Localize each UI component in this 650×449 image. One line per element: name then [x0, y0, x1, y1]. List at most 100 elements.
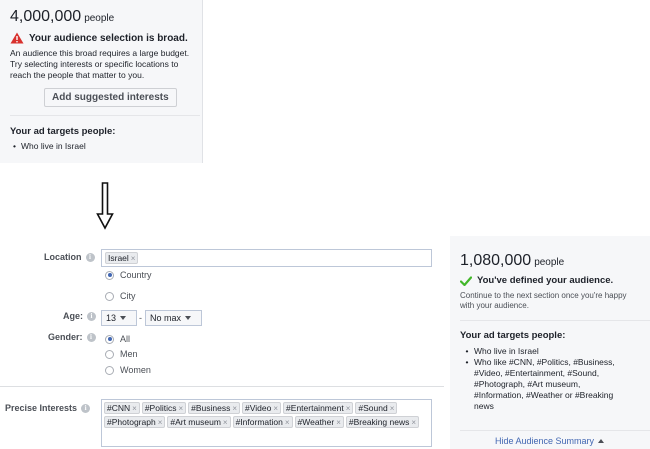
interest-token: #Entertainment × — [283, 402, 354, 415]
target-line: news — [474, 401, 494, 411]
radio-unselected — [105, 349, 114, 359]
gender-option-all[interactable]: All — [105, 334, 130, 344]
info-icon[interactable]: i — [86, 333, 96, 343]
token-label: #Weather — [297, 416, 335, 427]
caret-down-icon — [185, 316, 192, 320]
info-icon[interactable]: i — [85, 253, 95, 263]
remove-icon[interactable]: × — [336, 416, 341, 429]
select-value: No max — [150, 313, 182, 323]
caret-down-icon — [120, 316, 127, 320]
target-item: Who live in Israel — [20, 141, 86, 151]
remove-icon[interactable]: × — [178, 402, 183, 415]
broad-warning: Your audience selection is broad. — [10, 32, 188, 44]
targets-list: • Who live in Israel • Who like #CNN, #P… — [460, 346, 645, 412]
location-input[interactable]: Israel × — [101, 249, 432, 267]
target-line: #Photograph, #Art museum, — [474, 379, 581, 389]
targets-title: Your ad targets people: — [10, 126, 116, 137]
age-label-text: Age: — [63, 311, 83, 321]
token-label: #Sound — [358, 402, 388, 413]
target-item: • Who like #CNN, #Politics, #Business, #… — [460, 357, 645, 412]
token-label: #Art museum — [170, 416, 221, 427]
remove-icon[interactable]: × — [285, 416, 290, 429]
reach-unit: people — [84, 13, 115, 24]
interest-token: #Art museum × — [167, 416, 231, 429]
token-label: #Business — [191, 402, 231, 413]
warning-title: Your audience selection is broad. — [29, 32, 188, 44]
gender-label: Gender: i — [48, 332, 96, 343]
down-arrow-icon — [96, 182, 114, 230]
description-line: reach the people that matter to you. — [10, 70, 145, 80]
token-label: #Politics — [144, 402, 177, 413]
divider — [10, 115, 200, 116]
divider — [0, 386, 444, 387]
remove-icon[interactable]: × — [232, 402, 237, 415]
token-label: #Breaking news — [348, 416, 410, 427]
location-label: Location i — [44, 252, 95, 263]
token-label: #Video — [245, 402, 272, 413]
token-label: Israel — [108, 253, 129, 263]
interest-token: #Photograph × — [104, 416, 166, 429]
potential-reach: 1,080,000 people — [460, 252, 564, 270]
hide-audience-summary-link[interactable]: Hide Audience Summary — [495, 436, 605, 446]
warning-icon — [10, 32, 24, 44]
defined-message: You've defined your audience. — [460, 275, 613, 286]
check-icon — [460, 275, 472, 286]
divider — [460, 430, 650, 431]
remove-icon[interactable]: × — [158, 416, 163, 429]
age-min-select[interactable]: 13 — [101, 310, 137, 326]
description-line: Continue to the next section once you're… — [460, 291, 627, 300]
defined-title: You've defined your audience. — [477, 275, 614, 286]
remove-icon[interactable]: × — [346, 402, 351, 415]
link-label: Hide Audience Summary — [495, 436, 595, 446]
add-suggested-interests-button[interactable]: Add suggested interests — [44, 88, 177, 107]
token-label: #Entertainment — [286, 402, 344, 413]
remove-icon[interactable]: × — [390, 402, 395, 415]
remove-icon[interactable]: × — [223, 416, 228, 429]
gender-option-women[interactable]: Women — [105, 365, 151, 375]
remove-icon[interactable]: × — [273, 402, 278, 415]
info-icon[interactable]: i — [87, 312, 96, 322]
radio-label: Men — [120, 349, 138, 359]
targets-list: • Who live in Israel — [13, 141, 86, 151]
remove-icon[interactable]: × — [132, 402, 137, 415]
gender-option-men[interactable]: Men — [105, 349, 138, 359]
radio-unselected — [105, 291, 114, 301]
caret-up-icon — [598, 439, 605, 443]
token-label: #Photograph — [107, 416, 156, 427]
divider — [460, 320, 650, 321]
radio-unselected — [105, 365, 114, 375]
radio-label: Women — [120, 365, 151, 375]
description-line: Try selecting interests or specific loca… — [10, 59, 179, 69]
radio-label: Country — [120, 270, 152, 280]
target-line: #Information, #Weather or #Breaking — [474, 390, 614, 400]
reach-number: 1,080,000 — [460, 252, 532, 269]
description-line: with your audience. — [460, 301, 529, 310]
location-option-city[interactable]: City — [105, 291, 136, 301]
target-line: Who live in Israel — [474, 346, 539, 356]
reach-unit: people — [534, 257, 565, 268]
location-label-text: Location — [44, 252, 82, 262]
radio-label: All — [120, 334, 131, 344]
age-max-select[interactable]: No max — [145, 310, 202, 326]
interests-label-text: Precise Interests — [5, 403, 78, 413]
age-label: Age: i — [63, 311, 96, 322]
info-icon[interactable]: i — [81, 404, 91, 414]
target-item: • Who live in Israel — [460, 346, 645, 357]
interest-token: #Information × — [232, 416, 293, 429]
warning-description: An audience this broad requires a large … — [10, 48, 195, 81]
precise-interests-input[interactable]: #CNN × #Politics × #Business × #Video × #Enterta… — [101, 399, 432, 447]
location-option-country[interactable]: Country — [105, 270, 152, 280]
interest-token: #Video × — [242, 402, 282, 415]
target-line: #Video, #Entertainment, #Sound, — [474, 368, 600, 378]
remove-icon[interactable]: × — [131, 254, 136, 263]
bullet: • — [465, 357, 469, 367]
precise-interests-label: Precise Interests i — [5, 403, 91, 414]
select-value: 13 — [106, 313, 117, 323]
defined-description: Continue to the next section once you're… — [460, 291, 627, 311]
interest-token: #Business × — [188, 402, 241, 415]
audience-summary-after: 1,080,000 people You've defined your audi… — [450, 236, 650, 449]
remove-icon[interactable]: × — [411, 416, 416, 429]
bullet: • — [465, 346, 469, 356]
token-label: #Information — [235, 416, 283, 427]
interest-token: #Weather × — [294, 416, 344, 429]
